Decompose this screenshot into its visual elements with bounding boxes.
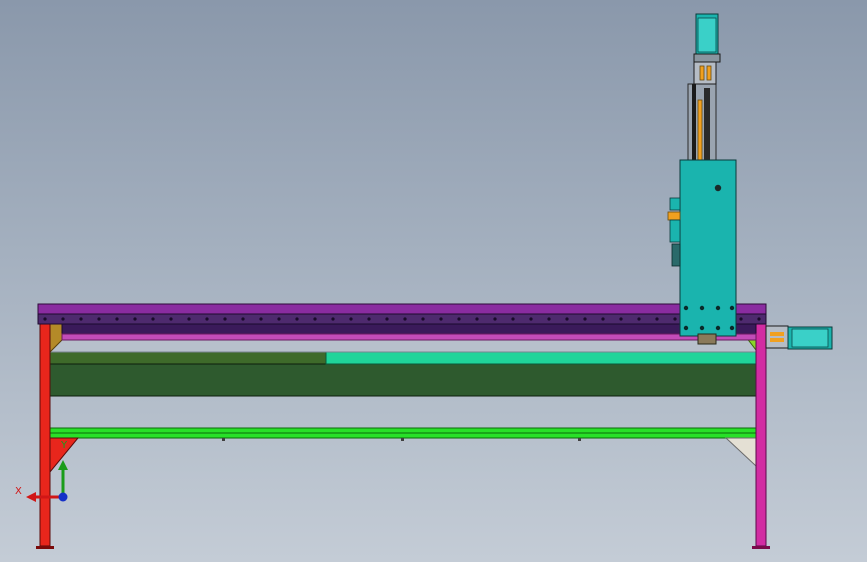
cad-viewport[interactable]: X Y <box>0 0 867 562</box>
triad-z-axis <box>58 492 68 502</box>
spindle-drive-rod <box>697 99 703 163</box>
carriage-plate <box>679 159 737 337</box>
triad-y-arrow <box>58 460 68 470</box>
frame-leg-left <box>39 323 51 547</box>
bar-bolt <box>401 438 404 441</box>
bed-linear-rail <box>325 351 757 365</box>
gantry-lower-rail <box>61 323 757 335</box>
sensor-mount <box>667 211 681 221</box>
support-bar-assembly <box>49 427 757 441</box>
gusset-bottom-right <box>724 437 757 468</box>
sensor-block <box>669 197 681 211</box>
z-axis-rack <box>704 88 710 162</box>
x-axis-motor-assembly <box>765 325 833 350</box>
z-axis-column <box>687 13 721 163</box>
cnc-gantry-model[interactable] <box>0 0 867 562</box>
triad-x-label: X <box>15 486 22 497</box>
bar-bolt <box>222 438 225 441</box>
carriage-nozzle <box>697 333 717 345</box>
motor-coupling <box>693 61 717 85</box>
foot-left <box>36 546 54 549</box>
bed-top-plate <box>49 339 757 353</box>
frame-leg-right <box>755 323 767 547</box>
bar-bolt <box>578 438 581 441</box>
z-axis-guide <box>692 84 696 162</box>
table-bed-assembly <box>49 339 757 397</box>
triad-x-arrow <box>26 492 36 502</box>
x-motor-coupling <box>765 325 789 349</box>
gantry-beam-top <box>37 303 767 315</box>
foot-right <box>752 546 770 549</box>
table-bed <box>49 363 757 397</box>
gantry-slide-rail <box>61 333 757 341</box>
gantry-beam-assembly <box>37 303 767 341</box>
bed-side-plate <box>49 351 327 365</box>
triad-y-label: Y <box>61 440 68 451</box>
carriage-bolt <box>714 184 722 192</box>
